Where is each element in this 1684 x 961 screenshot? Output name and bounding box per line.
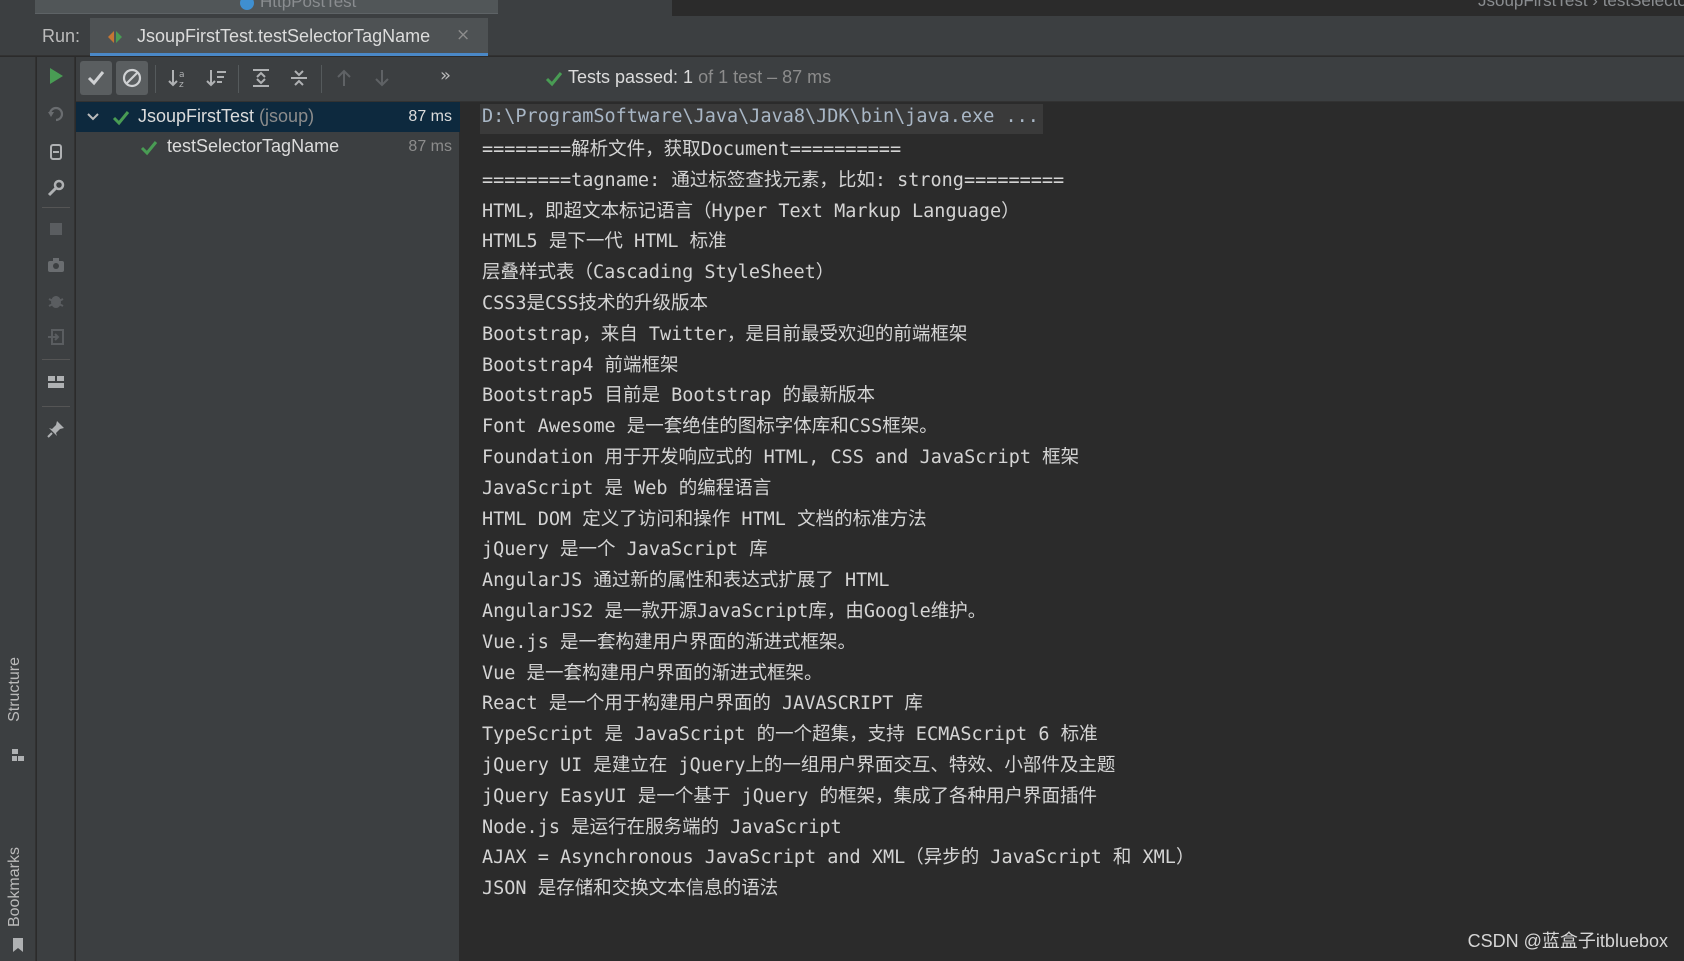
toggle-auto-test-icon[interactable]	[46, 142, 66, 162]
test-class-duration: 87 ms	[408, 108, 452, 125]
test-passed-check-icon	[545, 72, 563, 87]
sort-alphabetically-icon: az	[168, 70, 185, 88]
tests-total-text: of 1 test – 87 ms	[693, 67, 832, 87]
console-line: Node.js 是运行在服务端的 JavaScript	[482, 816, 842, 838]
sort-by-duration-button[interactable]	[200, 61, 232, 95]
show-passed-button[interactable]	[80, 61, 112, 95]
check-icon	[87, 71, 105, 86]
console-line: Font Awesome 是一套绝佳的图标字体库和CSS框架。	[482, 416, 938, 438]
structure-icon	[12, 749, 24, 761]
console-line: Vue.js 是一套构建用户界面的渐进式框架。	[482, 631, 856, 653]
svg-text:a: a	[179, 70, 185, 80]
console-line: HTML5 是下一代 HTML 标准	[482, 231, 727, 253]
sort-duration-icon	[206, 70, 226, 87]
show-ignored-button[interactable]	[116, 61, 148, 95]
run-tool-window-header: Run: JsoupFirstTest.testSelectorTagName …	[0, 16, 1684, 56]
layout-icon[interactable]	[46, 372, 66, 392]
console-line: HTML，即超文本标记语言（Hyper Text Markup Language…	[482, 200, 1020, 222]
breadcrumb-area: JsoupFirstTest › testSelectorTagName()	[672, 0, 1684, 16]
breadcrumb[interactable]: JsoupFirstTest › testSelectorTagName()	[1478, 0, 1684, 11]
watermark: CSDN @蓝盒子itbluebox	[1467, 931, 1668, 951]
console-line: Bootstrap，来自 Twitter，是目前最受欢迎的前端框架	[482, 323, 968, 345]
import-tests-icon[interactable]	[46, 327, 66, 347]
console-line: AngularJS2 是一款开源JavaScript库，由Google维护。	[482, 601, 987, 622]
editor-tab-http-post-test[interactable]: HttpPostTest	[35, 0, 498, 14]
bookmark-icon	[13, 938, 23, 952]
console-line: Bootstrap4 前端框架	[482, 354, 679, 376]
bookmarks-side-tab[interactable]: Bookmarks	[6, 847, 24, 927]
test-passed-icon	[140, 141, 158, 156]
test-runner-toolbar: az » Tests passed: 1 of 1 test – 87 ms	[76, 57, 1684, 102]
arrow-down-icon	[375, 70, 389, 87]
console-line: JavaScript 是 Web 的编程语言	[482, 477, 772, 499]
console-output[interactable]: D:\ProgramSoftware\Java\Java8\JDK\bin\ja…	[461, 102, 1684, 961]
more-actions-chevron[interactable]: »	[440, 65, 451, 86]
class-file-icon	[240, 0, 254, 10]
collapse-all-icon	[291, 70, 307, 86]
expand-all-icon	[253, 69, 269, 87]
console-line: Vue 是一套构建用户界面的渐进式框架。	[482, 662, 823, 684]
separator	[42, 359, 70, 360]
test-status-summary: Tests passed: 1 of 1 test – 87 ms	[568, 67, 831, 88]
console-line: 层叠样式表（Cascading StyleSheet）	[482, 262, 835, 284]
editor-tab-strip: HttpPostTest JsoupFirstTest › testSelect…	[0, 0, 1684, 16]
separator	[42, 406, 70, 407]
run-actions-column	[37, 57, 75, 961]
test-passed-icon	[112, 111, 130, 126]
rerun-icon[interactable]	[46, 66, 66, 86]
ignored-icon	[122, 68, 142, 88]
tree-row-test-class[interactable]: JsoupFirstTest (jsoup) 87 ms	[76, 102, 460, 132]
camera-icon[interactable]	[46, 255, 66, 275]
structure-side-tab[interactable]: Structure	[6, 657, 24, 722]
tests-passed-text: Tests passed: 1	[568, 67, 694, 87]
console-line: TypeScript 是 JavaScript 的一个超集，支持 ECMAScr…	[482, 724, 1098, 746]
separator	[42, 207, 70, 208]
editor-tab-label: HttpPostTest	[240, 0, 356, 12]
rerun-failed-icon[interactable]	[46, 104, 66, 124]
stop-icon[interactable]	[46, 219, 66, 239]
separator	[238, 65, 239, 93]
test-method-duration: 87 ms	[408, 138, 452, 155]
console-line: AngularJS 通过新的属性和表达式扩展了 HTML	[482, 570, 890, 592]
arrow-up-icon	[337, 69, 351, 86]
close-icon[interactable]: ×	[456, 25, 470, 45]
previous-failed-test-button[interactable]	[328, 61, 360, 95]
console-line: ========解析文件，获取Document==========	[482, 139, 902, 160]
console-line: ========tagname: 通过标签查找元素，比如: strong====…	[482, 169, 1065, 191]
console-line: React 是一个用于构建用户界面的 JAVASCRIPT 库	[482, 693, 923, 715]
console-line: jQuery UI 是建立在 jQuery上的一组用户界面交互、特效、小部件及主…	[482, 755, 1116, 776]
run-config-tab-title: JsoupFirstTest.testSelectorTagName	[137, 26, 431, 46]
separator	[155, 65, 156, 93]
svg-text:z: z	[179, 80, 184, 88]
left-tool-strip: Structure Bookmarks	[0, 57, 36, 961]
console-line: JSON 是存储和交换文本信息的语法	[482, 878, 779, 900]
test-results-tree: JsoupFirstTest (jsoup) 87 ms testSelecto…	[76, 102, 460, 961]
test-method-name: testSelectorTagName	[167, 136, 340, 156]
console-line: AJAX = Asynchronous JavaScript and XML（异…	[482, 847, 1195, 869]
sort-alphabetically-button[interactable]: az	[162, 61, 194, 95]
expand-all-button[interactable]	[245, 61, 277, 95]
run-config-tab[interactable]: JsoupFirstTest.testSelectorTagName ×	[90, 18, 488, 56]
pin-icon[interactable]	[46, 419, 66, 439]
separator	[321, 65, 322, 93]
console-line: CSS3是CSS技术的升级版本	[482, 293, 708, 314]
collapse-all-button[interactable]	[283, 61, 315, 95]
console-line: jQuery EasyUI 是一个基于 jQuery 的框架，集成了各种用户界面…	[482, 785, 1098, 807]
run-config-icon	[108, 31, 122, 43]
console-line: Foundation 用于开发响应式的 HTML, CSS and JavaSc…	[482, 447, 1080, 468]
console-line: Bootstrap5 目前是 Bootstrap 的最新版本	[482, 385, 876, 407]
next-failed-test-button[interactable]	[366, 61, 398, 95]
tree-row-test-method[interactable]: testSelectorTagName 87 ms	[76, 132, 460, 162]
debug-icon[interactable]	[46, 291, 66, 311]
console-line: HTML DOM 定义了访问和操作 HTML 文档的标准方法	[482, 508, 927, 530]
command-line[interactable]: D:\ProgramSoftware\Java\Java8\JDK\bin\ja…	[480, 104, 1043, 134]
chevron-down-icon[interactable]	[86, 110, 100, 124]
run-label: Run:	[42, 26, 81, 46]
console-line: jQuery 是一个 JavaScript 库	[482, 539, 768, 561]
test-class-name: JsoupFirstTest (jsoup)	[138, 106, 315, 126]
wrench-icon[interactable]	[46, 178, 66, 198]
